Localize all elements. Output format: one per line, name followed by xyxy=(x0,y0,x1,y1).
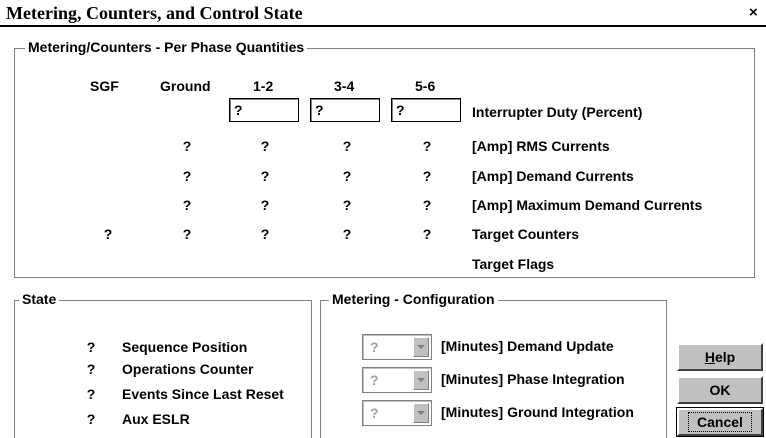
column-header-5-6: 5-6 xyxy=(415,78,436,94)
help-button-mnemonic: H xyxy=(704,349,715,365)
demand-ground-value: ? xyxy=(182,168,192,184)
max-demand-currents-label: [Amp] Maximum Demand Currents xyxy=(472,197,703,213)
max-demand-1-2-value: ? xyxy=(260,197,270,213)
aux-eslr-value: ? xyxy=(86,411,96,427)
sequence-position-label: Sequence Position xyxy=(122,339,248,355)
rms-5-6-value: ? xyxy=(422,138,432,154)
metering-counters-group: Metering/Counters - Per Phase Quantities xyxy=(14,39,755,278)
rms-ground-value: ? xyxy=(182,138,192,154)
sequence-position-value: ? xyxy=(86,339,96,355)
window-title: Metering, Counters, and Control State xyxy=(6,3,303,23)
ok-button[interactable]: OK xyxy=(677,376,763,404)
phase-integration-combo[interactable]: ? xyxy=(362,367,432,393)
aux-eslr-label: Aux ESLR xyxy=(122,411,190,427)
ground-integration-value: ? xyxy=(370,405,379,421)
metering-counters-group-title: Metering/Counters - Per Phase Quantities xyxy=(25,39,308,55)
phase-integration-value: ? xyxy=(370,372,379,388)
help-button[interactable]: Help xyxy=(677,343,763,371)
operations-counter-label: Operations Counter xyxy=(122,361,254,377)
dialog-window: Metering, Counters, and Control State × … xyxy=(0,0,766,438)
demand-1-2-value: ? xyxy=(260,168,270,184)
max-demand-ground-value: ? xyxy=(182,197,192,213)
demand-update-combo[interactable]: ? xyxy=(362,334,432,360)
demand-update-label: [Minutes] Demand Update xyxy=(441,338,614,354)
state-group-title: State xyxy=(19,291,60,307)
rms-1-2-value: ? xyxy=(260,138,270,154)
column-header-sgf: SGF xyxy=(90,78,119,94)
interrupter-duty-label: Interrupter Duty (Percent) xyxy=(472,104,643,120)
target-counter-1-2-value: ? xyxy=(260,226,270,242)
interrupter-duty-5-6-field[interactable]: ? xyxy=(391,98,461,122)
target-flags-label: Target Flags xyxy=(472,256,555,272)
rms-3-4-value: ? xyxy=(342,138,352,154)
demand-currents-label: [Amp] Demand Currents xyxy=(472,168,634,184)
target-counter-3-4-value: ? xyxy=(342,226,352,242)
chevron-down-icon[interactable] xyxy=(413,337,429,357)
max-demand-3-4-value: ? xyxy=(342,197,352,213)
cancel-button[interactable]: Cancel xyxy=(676,407,764,437)
column-header-ground: Ground xyxy=(160,78,211,94)
phase-integration-label: [Minutes] Phase Integration xyxy=(441,371,625,387)
column-header-3-4: 3-4 xyxy=(334,78,355,94)
chevron-down-icon[interactable] xyxy=(413,370,429,390)
interrupter-duty-3-4-field[interactable]: ? xyxy=(310,98,380,122)
rms-currents-label: [Amp] RMS Currents xyxy=(472,138,610,154)
events-since-reset-label: Events Since Last Reset xyxy=(122,386,284,402)
demand-5-6-value: ? xyxy=(422,168,432,184)
ground-integration-label: [Minutes] Ground Integration xyxy=(441,404,634,420)
close-icon[interactable]: × xyxy=(749,4,758,21)
ground-integration-combo[interactable]: ? xyxy=(362,400,432,426)
cancel-button-label: Cancel xyxy=(688,412,752,432)
demand-update-value: ? xyxy=(370,339,379,355)
max-demand-5-6-value: ? xyxy=(422,197,432,213)
demand-3-4-value: ? xyxy=(342,168,352,184)
target-counter-ground-value: ? xyxy=(182,226,192,242)
operations-counter-value: ? xyxy=(86,361,96,377)
column-header-1-2: 1-2 xyxy=(253,78,274,94)
events-since-reset-value: ? xyxy=(86,386,96,402)
target-counters-label: Target Counters xyxy=(472,226,580,242)
target-counter-sgf-value: ? xyxy=(103,226,113,242)
target-counter-5-6-value: ? xyxy=(422,226,432,242)
title-bar[interactable]: Metering, Counters, and Control State × xyxy=(0,0,766,27)
chevron-down-icon[interactable] xyxy=(413,403,429,423)
metering-configuration-group-title: Metering - Configuration xyxy=(329,291,498,307)
interrupter-duty-1-2-field[interactable]: ? xyxy=(229,98,299,122)
help-button-label: elp xyxy=(714,349,736,365)
